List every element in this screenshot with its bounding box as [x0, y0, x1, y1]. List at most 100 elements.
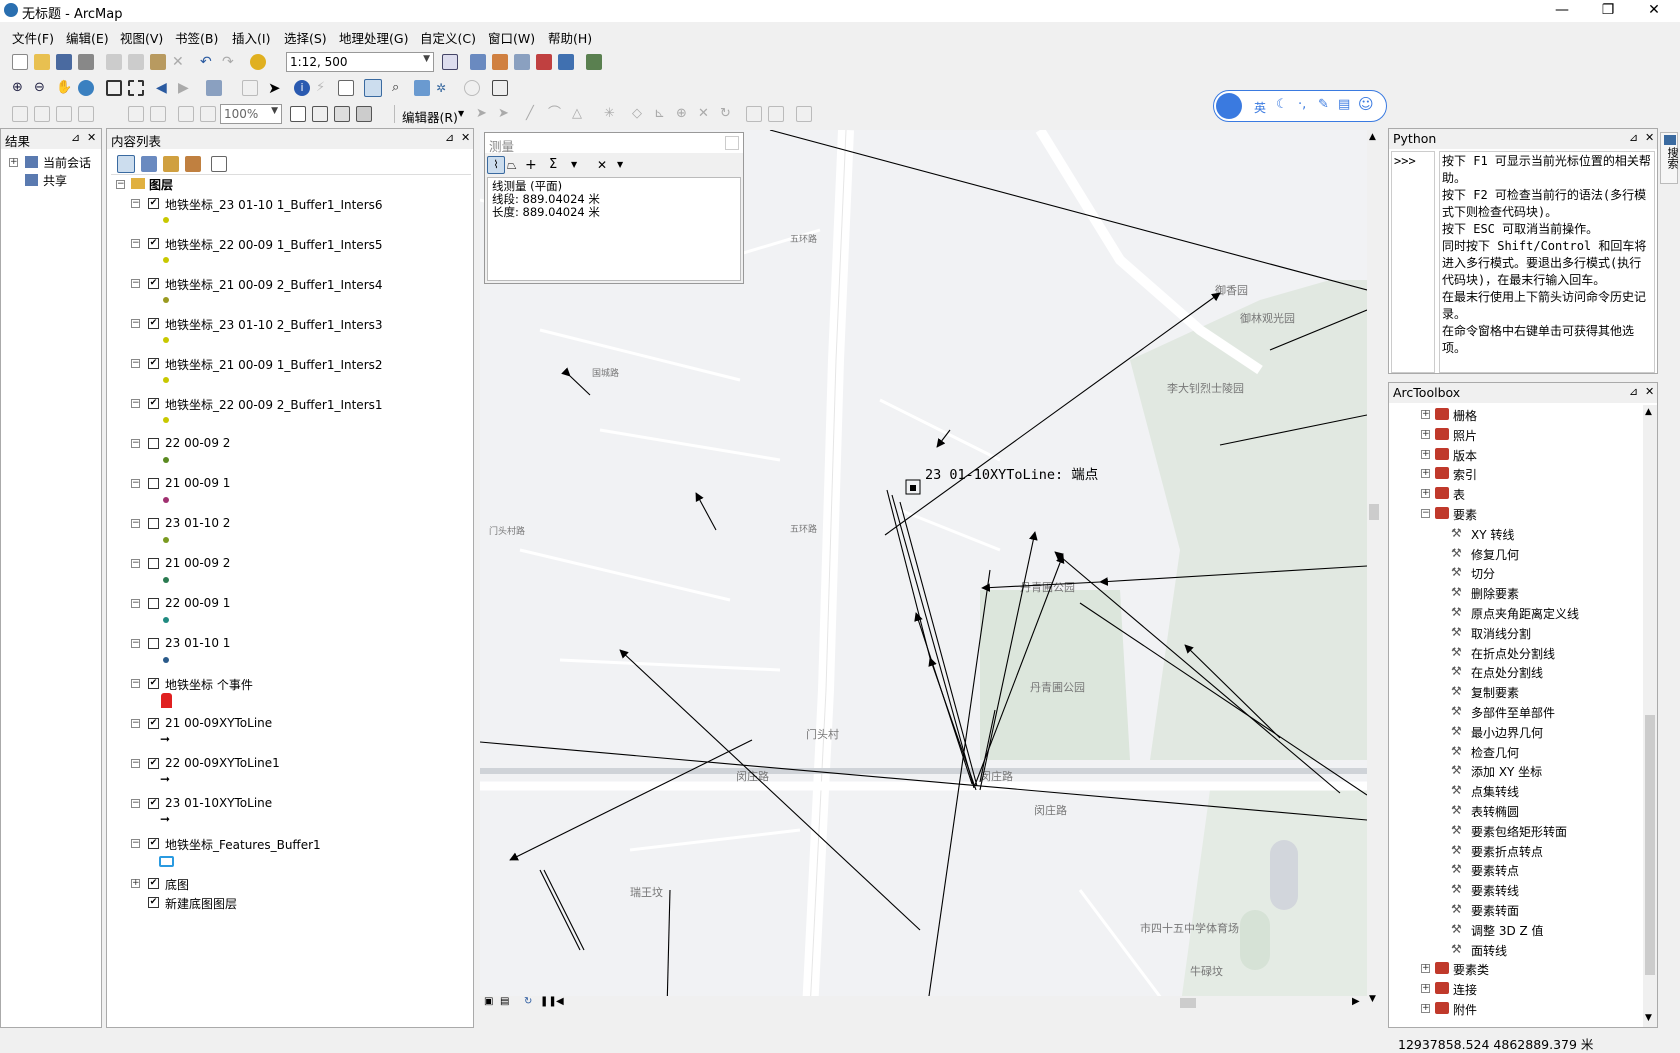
tool-label[interactable]: 在折点处分割线: [1471, 645, 1555, 662]
redo-icon[interactable]: ↷: [222, 54, 238, 70]
attributes-icon[interactable]: [746, 106, 762, 122]
menu-selection[interactable]: 选择(S): [284, 28, 327, 47]
toc-layer-row[interactable]: − 21 00-09 1: [107, 475, 467, 493]
toolset-label[interactable]: 版本: [1453, 447, 1477, 464]
expand-icon[interactable]: +: [1421, 1004, 1430, 1013]
identify-icon[interactable]: i: [294, 80, 310, 96]
full-extent-icon[interactable]: [78, 80, 94, 96]
search-side-tab[interactable]: 搜索: [1660, 132, 1679, 184]
editor-toolbar-icon[interactable]: [442, 54, 458, 70]
toolbox-tool-row[interactable]: ⚒ 检查几何: [1389, 742, 1641, 761]
toc-basemap-row[interactable]: + ✔ 底图: [107, 875, 467, 893]
toc-layer-row[interactable]: − ✔ 地铁坐标 个事件: [107, 675, 467, 693]
emoji-icon[interactable]: ☺: [1358, 95, 1374, 113]
expand-icon[interactable]: +: [9, 158, 18, 167]
close-icon[interactable]: ✕: [1645, 131, 1654, 144]
expand-icon[interactable]: +: [131, 879, 140, 888]
menu-help[interactable]: 帮助(H): [548, 28, 592, 47]
collapse-icon[interactable]: −: [1421, 509, 1430, 518]
collapse-icon[interactable]: −: [116, 180, 125, 189]
collapse-icon[interactable]: −: [131, 839, 140, 848]
toolbox-tool-row[interactable]: ⚒ 面转线: [1389, 940, 1641, 959]
minimize-button[interactable]: —: [1540, 0, 1584, 22]
tool-label[interactable]: 删除要素: [1471, 585, 1519, 602]
tool-label[interactable]: 要素转线: [1471, 882, 1519, 899]
toolbox-toolset-row[interactable]: + 照片: [1389, 425, 1641, 444]
list-by-drawing-order-icon[interactable]: [117, 155, 135, 173]
layer-visibility-checkbox[interactable]: ✔: [148, 897, 159, 908]
layer-name[interactable]: 地铁坐标_22 00-09 1_Buffer1_Inters5: [165, 236, 383, 253]
scroll-thumb[interactable]: [1180, 998, 1196, 1008]
toc-window-icon[interactable]: [470, 54, 486, 70]
tool-label[interactable]: 添加 XY 坐标: [1471, 763, 1542, 780]
select-features-icon[interactable]: [206, 80, 222, 96]
tool-label[interactable]: 最小边界几何: [1471, 724, 1543, 741]
current-session-item[interactable]: 当前会话: [43, 154, 91, 171]
toc-layer-row[interactable]: − 23 01-10 1: [107, 635, 467, 653]
layer-visibility-checkbox[interactable]: ✔: [148, 718, 159, 729]
layer-visibility-checkbox[interactable]: ✔: [148, 838, 159, 849]
collapse-icon[interactable]: −: [131, 399, 140, 408]
delete-icon[interactable]: ✕: [172, 54, 188, 70]
time-slider-icon[interactable]: [464, 80, 480, 96]
collapse-icon[interactable]: −: [131, 519, 140, 528]
straight-segment-icon[interactable]: ╱: [526, 106, 542, 122]
scale-combo[interactable]: 1:12, 500 ▼: [286, 52, 434, 72]
undo-icon[interactable]: ↶: [200, 54, 216, 70]
layer-name[interactable]: 23 01-10 1: [165, 636, 230, 650]
focus-data-frame-icon[interactable]: [312, 106, 328, 122]
layout-fixed-zoom-out-icon[interactable]: [150, 106, 166, 122]
expand-icon[interactable]: +: [1421, 429, 1430, 439]
print-icon[interactable]: [78, 54, 94, 70]
model-builder-icon[interactable]: [586, 54, 602, 70]
python-window-icon[interactable]: [558, 54, 574, 70]
add-data-icon[interactable]: [250, 54, 266, 70]
toolbox-tool-row[interactable]: ⚒ 原点夹角距离定义线: [1389, 603, 1641, 622]
layer-name[interactable]: 地铁坐标_21 00-09 1_Buffer1_Inters2: [165, 356, 383, 373]
sketch-properties-icon[interactable]: [768, 106, 784, 122]
toc-layer-row[interactable]: − ✔ 地铁坐标_22 00-09 1_Buffer1_Inters5: [107, 235, 467, 253]
tools-icon[interactable]: ✎: [1318, 97, 1329, 112]
chevron-down-icon[interactable]: ▼: [617, 160, 623, 169]
collapse-icon[interactable]: −: [131, 359, 140, 368]
toc-layer-row[interactable]: − 21 00-09 2: [107, 555, 467, 573]
layer-name[interactable]: 23 01-10XYToLine: [165, 796, 272, 810]
pause-icon[interactable]: ❚❚: [540, 996, 557, 1007]
layer-visibility-checkbox[interactable]: [148, 558, 159, 569]
tool-label[interactable]: 在点处分割线: [1471, 664, 1543, 681]
tool-label[interactable]: 要素转点: [1471, 862, 1519, 879]
collapse-icon[interactable]: −: [131, 799, 140, 808]
copy-icon[interactable]: [128, 54, 144, 70]
toc-new-basemap-row[interactable]: ✔ 新建底图图层: [107, 894, 467, 912]
menu-file[interactable]: 文件(F): [12, 28, 54, 47]
toolset-label[interactable]: 照片: [1453, 427, 1477, 444]
toolbox-tool-row[interactable]: ⚒ 取消线分割: [1389, 623, 1641, 642]
toolbox-toolset-row[interactable]: + 版本: [1389, 445, 1641, 464]
layer-name[interactable]: 22 00-09 2: [165, 436, 230, 450]
toolbox-tool-row[interactable]: ⚒ 切分: [1389, 563, 1641, 582]
tool-label[interactable]: 点集转线: [1471, 783, 1519, 800]
expand-icon[interactable]: +: [1421, 410, 1430, 419]
close-button[interactable]: ✕: [1632, 0, 1676, 22]
find-icon[interactable]: ⌕: [392, 80, 408, 96]
expand-icon[interactable]: +: [1421, 489, 1430, 499]
back-icon[interactable]: ◀: [156, 80, 172, 96]
scroll-thumb[interactable]: [1369, 504, 1379, 520]
close-icon[interactable]: ✕: [1645, 385, 1654, 398]
measure-area-icon[interactable]: ⏢: [507, 157, 523, 173]
find-route-icon[interactable]: [414, 80, 430, 96]
layer-name[interactable]: 地铁坐标_23 01-10 1_Buffer1_Inters6: [165, 196, 383, 213]
toolbox-tool-row[interactable]: ⚒ 调整 3D Z 值: [1389, 920, 1641, 939]
scroll-down-icon[interactable]: ▼: [1645, 1013, 1652, 1023]
editor-menu[interactable]: 编辑器(R): [402, 107, 458, 126]
scroll-thumb[interactable]: [1645, 715, 1655, 975]
layer-name[interactable]: 22 00-09 1: [165, 596, 230, 610]
tool-label[interactable]: 切分: [1471, 565, 1495, 582]
toc-layer-row[interactable]: − ✔ 地铁坐标_23 01-10 2_Buffer1_Inters3: [107, 315, 467, 333]
toolset-label[interactable]: 连接: [1453, 981, 1477, 998]
tool-label[interactable]: 复制要素: [1471, 684, 1519, 701]
toolbox-tool-row[interactable]: ⚒ 要素折点转点: [1389, 841, 1641, 860]
layer-name[interactable]: 地铁坐标_23 01-10 2_Buffer1_Inters3: [165, 316, 383, 333]
close-icon[interactable]: ✕: [87, 131, 96, 144]
layer-visibility-checkbox[interactable]: ✔: [148, 278, 159, 289]
